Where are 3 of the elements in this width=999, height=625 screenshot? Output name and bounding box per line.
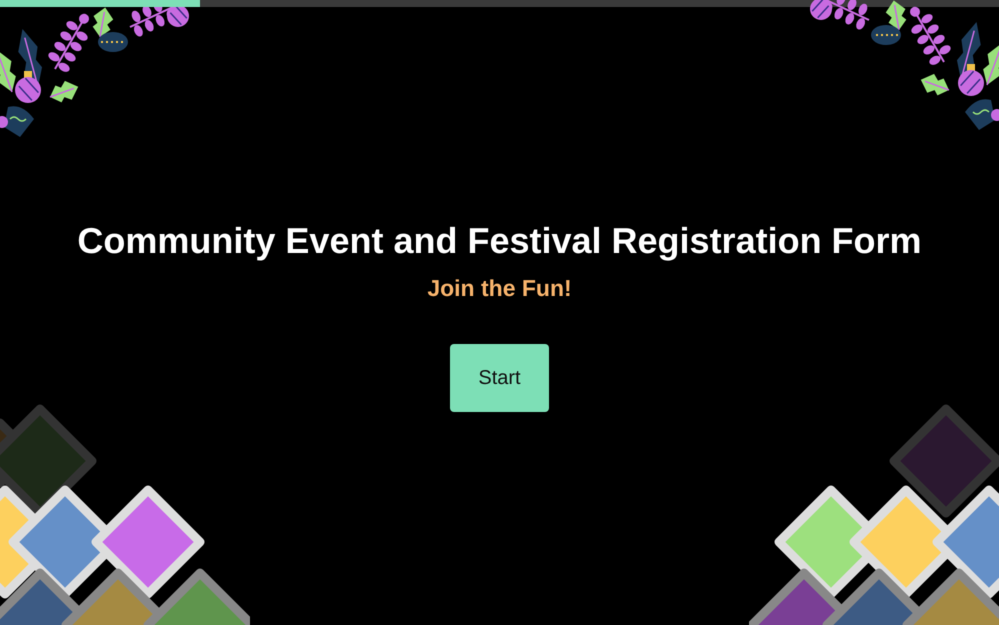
start-button[interactable]: Start	[450, 344, 549, 412]
form-subtitle: Join the Fun!	[427, 275, 572, 302]
form-title: Community Event and Festival Registration Form	[77, 219, 922, 263]
